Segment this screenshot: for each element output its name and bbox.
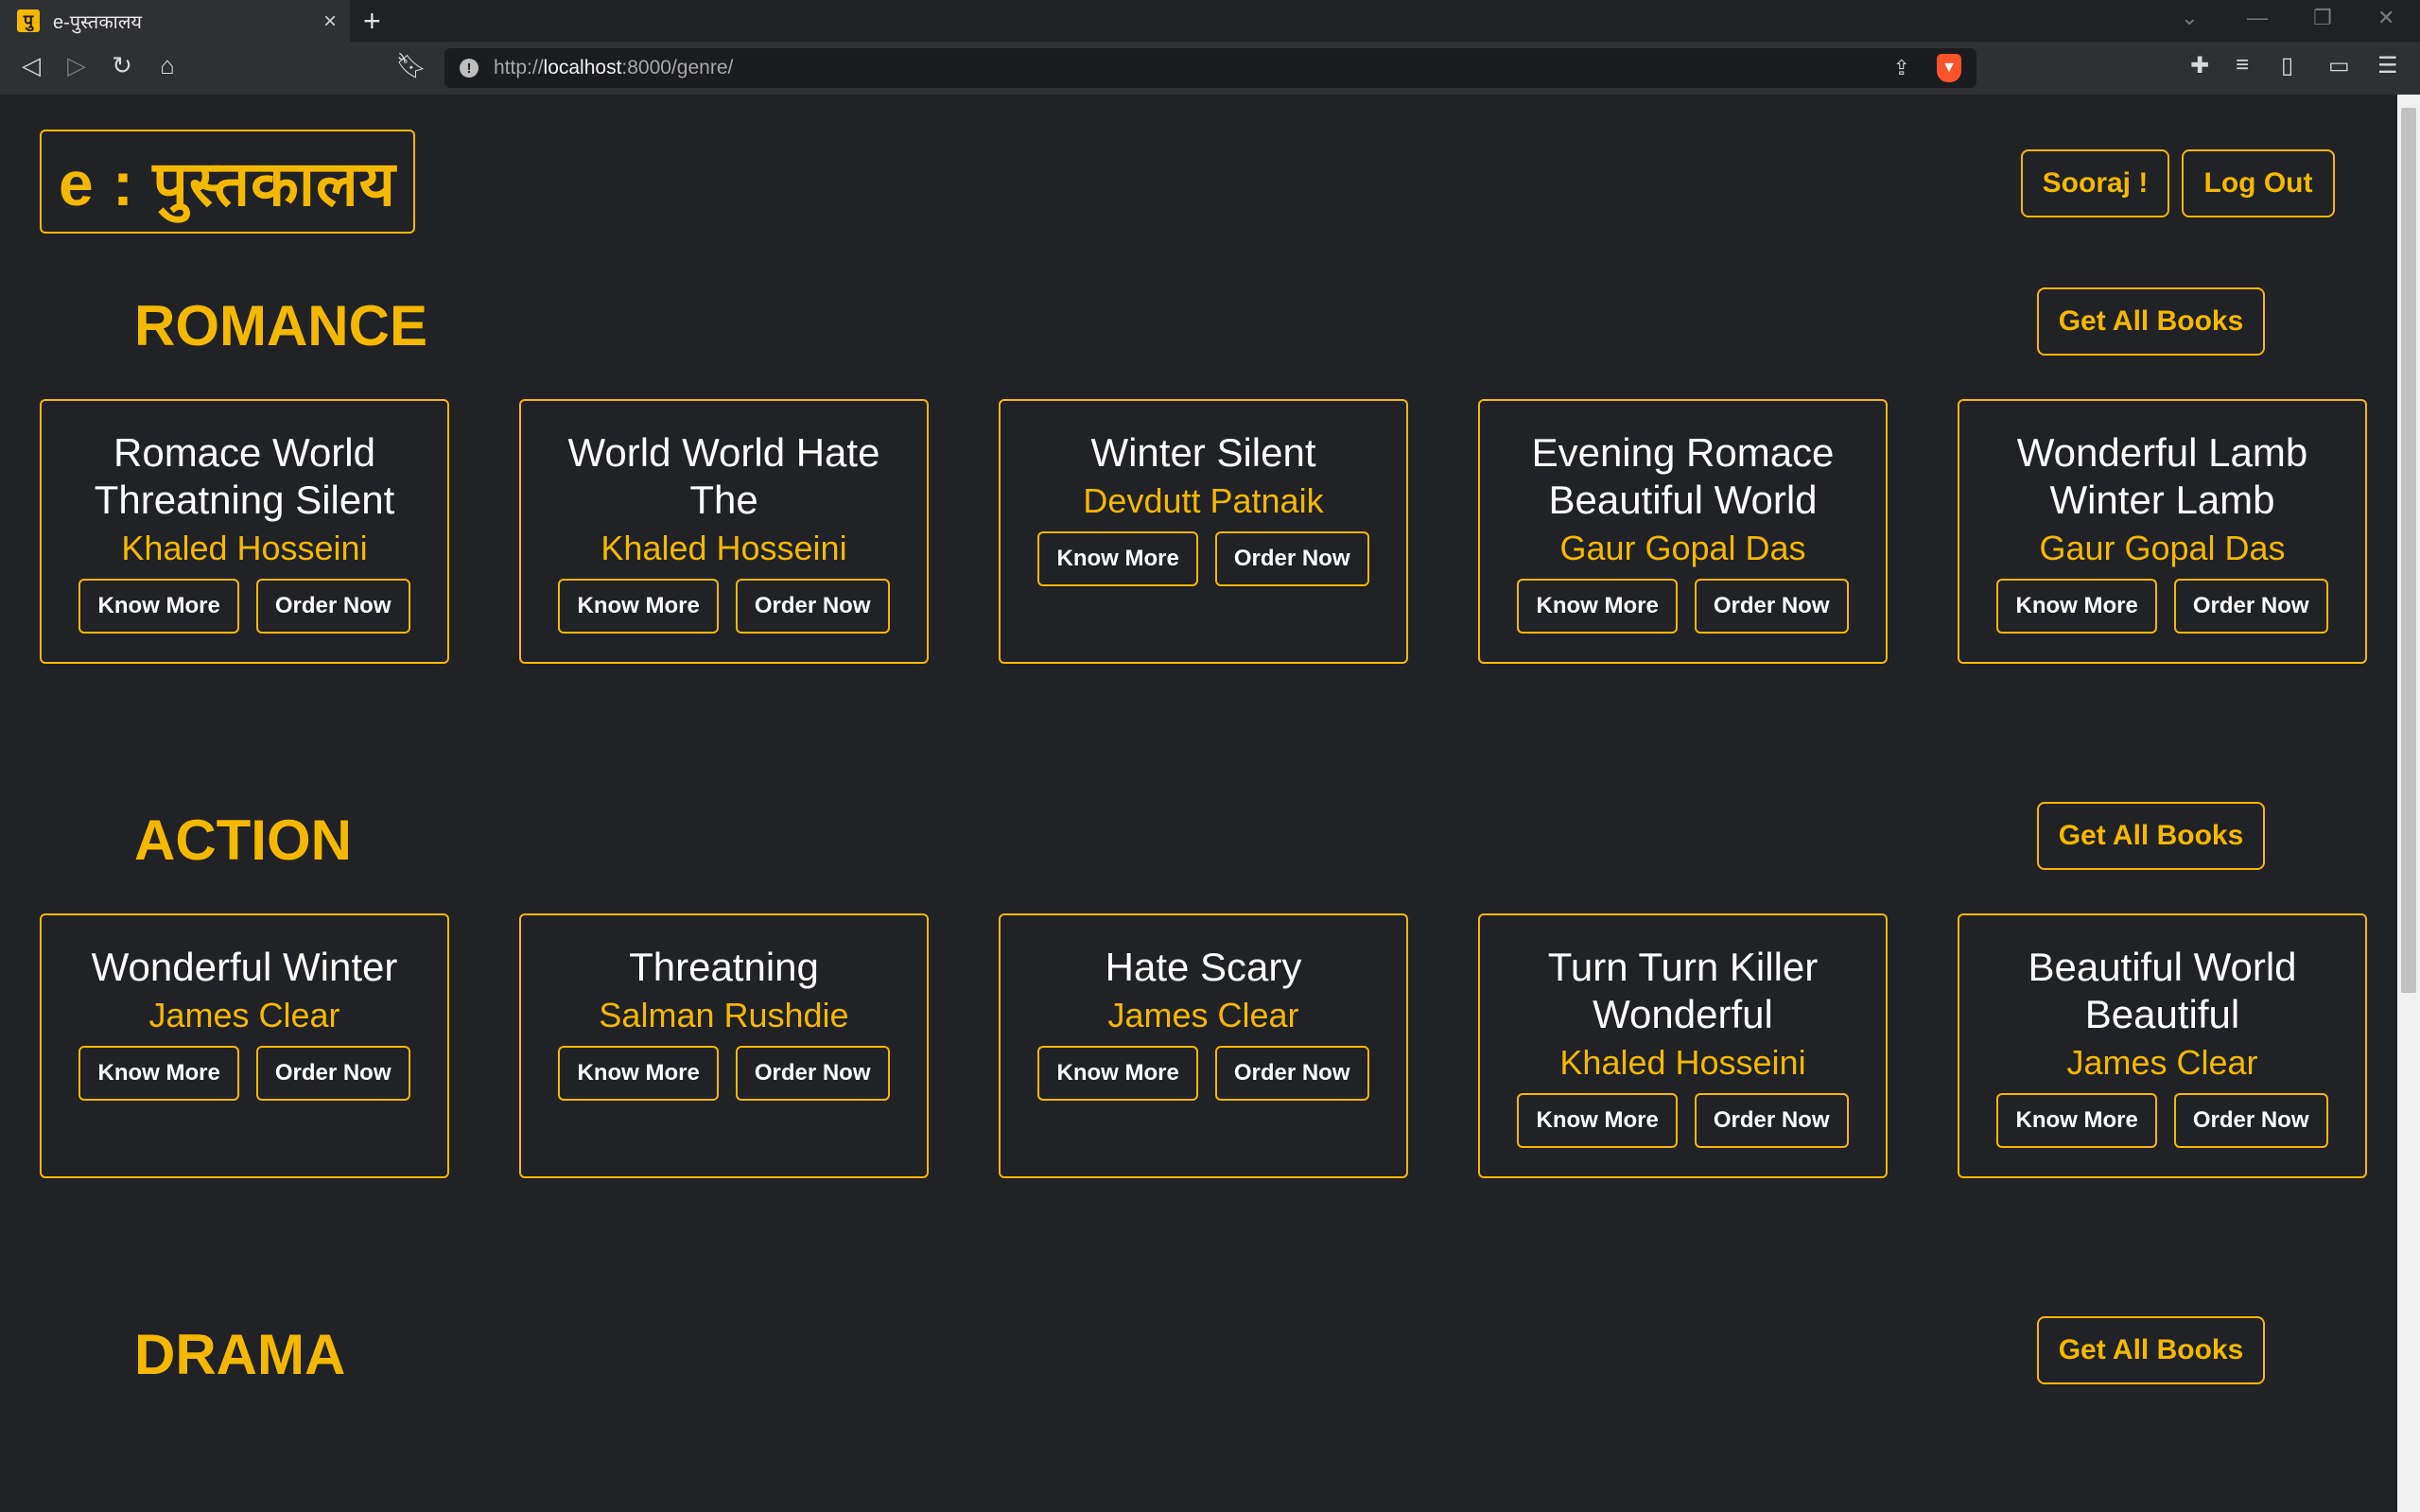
new-tab-icon[interactable]: + xyxy=(363,4,381,39)
know-more-button[interactable]: Know More xyxy=(1517,579,1678,634)
know-more-button[interactable]: Know More xyxy=(1996,579,2157,634)
section-title: ROMANCE xyxy=(134,294,427,357)
section-title: ACTION xyxy=(134,808,352,872)
bookmark-icon[interactable]: 🔖︎ xyxy=(395,51,427,80)
tab-search-icon[interactable]: ⌄ xyxy=(2181,6,2198,30)
order-now-button[interactable]: Order Now xyxy=(1214,531,1369,586)
order-now-button[interactable]: Order Now xyxy=(2173,1093,2328,1148)
book-title: Winter Silent xyxy=(1090,430,1316,475)
know-more-button[interactable]: Know More xyxy=(558,1046,719,1101)
section-title: DRAMA xyxy=(134,1323,346,1386)
know-more-button[interactable]: Know More xyxy=(1517,1093,1678,1148)
card-actions: Know More Order Now xyxy=(1517,579,1849,634)
card-actions: Know More Order Now xyxy=(1996,1093,2328,1148)
address-bar[interactable]: ! http://localhost:8000/genre/ ⇪ ▼ xyxy=(444,48,1976,88)
site-logo[interactable]: e : पुस्तकालय xyxy=(40,130,415,234)
book-card: Wonderful Lamb Winter Lamb Gaur Gopal Das… xyxy=(1958,399,2367,664)
playlist-icon[interactable]: ≡ xyxy=(2236,52,2249,78)
know-more-button[interactable]: Know More xyxy=(1996,1093,2157,1148)
book-author: Khaled Hosseini xyxy=(121,529,368,567)
book-title: Threatning xyxy=(629,945,819,989)
restore-icon[interactable]: ❐ xyxy=(2313,6,2332,30)
book-card: Wonderful Winter James Clear Know More Orde… xyxy=(40,913,449,1178)
book-card: Beautiful World Beautiful James Clear Know… xyxy=(1958,913,2367,1178)
book-author: Gaur Gopal Das xyxy=(2039,529,2286,567)
card-actions: Know More Order Now xyxy=(558,579,890,634)
order-now-button[interactable]: Order Now xyxy=(735,579,890,634)
book-card: Threatning Salman Rushdie Know More Order N… xyxy=(519,913,929,1178)
order-now-button[interactable]: Order Now xyxy=(1214,1046,1369,1101)
home-icon[interactable]: ⌂ xyxy=(151,51,183,80)
book-author: James Clear xyxy=(2066,1043,2258,1082)
book-card: Winter Silent Devdutt Patnaik Know More Ord… xyxy=(999,399,1408,664)
card-actions: Know More Order Now xyxy=(558,1046,890,1101)
user-button[interactable]: Sooraj ! xyxy=(2021,149,2169,217)
book-title: Wonderful Lamb Winter Lamb xyxy=(2016,430,2308,522)
menu-icon[interactable]: ☰ xyxy=(2377,52,2398,79)
card-actions: Know More Order Now xyxy=(1996,579,2328,634)
book-author: James Clear xyxy=(1107,996,1299,1034)
order-now-button[interactable]: Order Now xyxy=(2173,579,2328,634)
site-info-icon[interactable]: ! xyxy=(460,59,479,78)
book-title: Beautiful World Beautiful xyxy=(2028,945,2297,1036)
book-card: Turn Turn Killer Wonderful Khaled Hossein… xyxy=(1478,913,1888,1178)
book-author: James Clear xyxy=(148,996,340,1034)
brave-shields-icon[interactable]: ▼ xyxy=(1937,54,1961,82)
get-all-books-button[interactable]: Get All Books xyxy=(2037,802,2265,870)
logout-button[interactable]: Log Out xyxy=(2182,149,2335,217)
card-actions: Know More Order Now xyxy=(78,1046,410,1101)
active-tab[interactable]: पु e-पुस्तकालय × xyxy=(0,0,350,42)
book-title: World World Hate The xyxy=(567,430,880,522)
book-author: Khaled Hosseini xyxy=(601,529,847,567)
book-author: Devdutt Patnaik xyxy=(1083,481,1324,520)
tab-bar: पु e-पुस्तकालय × + ⌄ — ❐ ✕ xyxy=(0,0,2420,42)
card-actions: Know More Order Now xyxy=(1517,1093,1849,1148)
order-now-button[interactable]: Order Now xyxy=(735,1046,890,1101)
book-author: Salman Rushdie xyxy=(599,996,849,1034)
forward-icon[interactable]: ▷ xyxy=(61,51,93,80)
card-actions: Know More Order Now xyxy=(1037,531,1369,586)
favicon-icon: पु xyxy=(17,9,40,32)
book-card: World World Hate The Khaled Hosseini Know … xyxy=(519,399,929,664)
scrollbar[interactable] xyxy=(2397,95,2420,1512)
back-icon[interactable]: ◁ xyxy=(15,51,47,80)
minimize-icon[interactable]: — xyxy=(2247,6,2268,30)
book-card: Evening Romace Beautiful World Gaur Gopal… xyxy=(1478,399,1888,664)
know-more-button[interactable]: Know More xyxy=(78,579,239,634)
book-author: Khaled Hosseini xyxy=(1559,1043,1806,1082)
card-actions: Know More Order Now xyxy=(78,579,410,634)
book-title: Evening Romace Beautiful World xyxy=(1531,430,1835,522)
page-content: e : पुस्तकालय Sooraj ! Log Out ROMANCE Ge… xyxy=(0,95,2397,1512)
sidebar-icon[interactable]: ▯ xyxy=(2281,52,2293,79)
reload-icon[interactable]: ↻ xyxy=(106,51,138,80)
close-window-icon[interactable]: ✕ xyxy=(2377,6,2394,30)
tab-title: e-पुस्तकालय xyxy=(53,11,143,33)
book-title: Turn Turn Killer Wonderful xyxy=(1547,945,1819,1036)
know-more-button[interactable]: Know More xyxy=(78,1046,239,1101)
know-more-button[interactable]: Know More xyxy=(1037,1046,1198,1101)
close-tab-icon[interactable]: × xyxy=(323,9,337,35)
share-icon[interactable]: ⇪ xyxy=(1893,56,1910,80)
browser-chrome: पु e-पुस्तकालय × + ⌄ — ❐ ✕ ◁ ▷ ↻ ⌂ 🔖︎ ! … xyxy=(0,0,2420,95)
know-more-button[interactable]: Know More xyxy=(558,579,719,634)
scrollbar-thumb[interactable] xyxy=(2401,108,2416,993)
get-all-books-button[interactable]: Get All Books xyxy=(2037,287,2265,356)
order-now-button[interactable]: Order Now xyxy=(255,1046,410,1101)
order-now-button[interactable]: Order Now xyxy=(1694,579,1849,634)
book-title: Hate Scary xyxy=(1105,945,1302,989)
card-actions: Know More Order Now xyxy=(1037,1046,1369,1101)
nav-bar: ◁ ▷ ↻ ⌂ 🔖︎ ! http://localhost:8000/genre… xyxy=(0,42,2420,95)
wallet-icon[interactable]: ▭ xyxy=(2328,52,2350,79)
order-now-button[interactable]: Order Now xyxy=(255,579,410,634)
order-now-button[interactable]: Order Now xyxy=(1694,1093,1849,1148)
get-all-books-button[interactable]: Get All Books xyxy=(2037,1316,2265,1384)
book-title: Romace World Threatning Silent xyxy=(94,430,395,522)
extensions-icon[interactable]: ✚ xyxy=(2190,52,2209,79)
book-author: Gaur Gopal Das xyxy=(1559,529,1806,567)
know-more-button[interactable]: Know More xyxy=(1037,531,1198,586)
url-text: http://localhost:8000/genre/ xyxy=(494,57,734,78)
book-title: Wonderful Winter xyxy=(91,945,398,989)
book-card: Hate Scary James Clear Know More Order Now xyxy=(999,913,1408,1178)
book-card: Romace World Threatning Silent Khaled Hos… xyxy=(40,399,449,664)
